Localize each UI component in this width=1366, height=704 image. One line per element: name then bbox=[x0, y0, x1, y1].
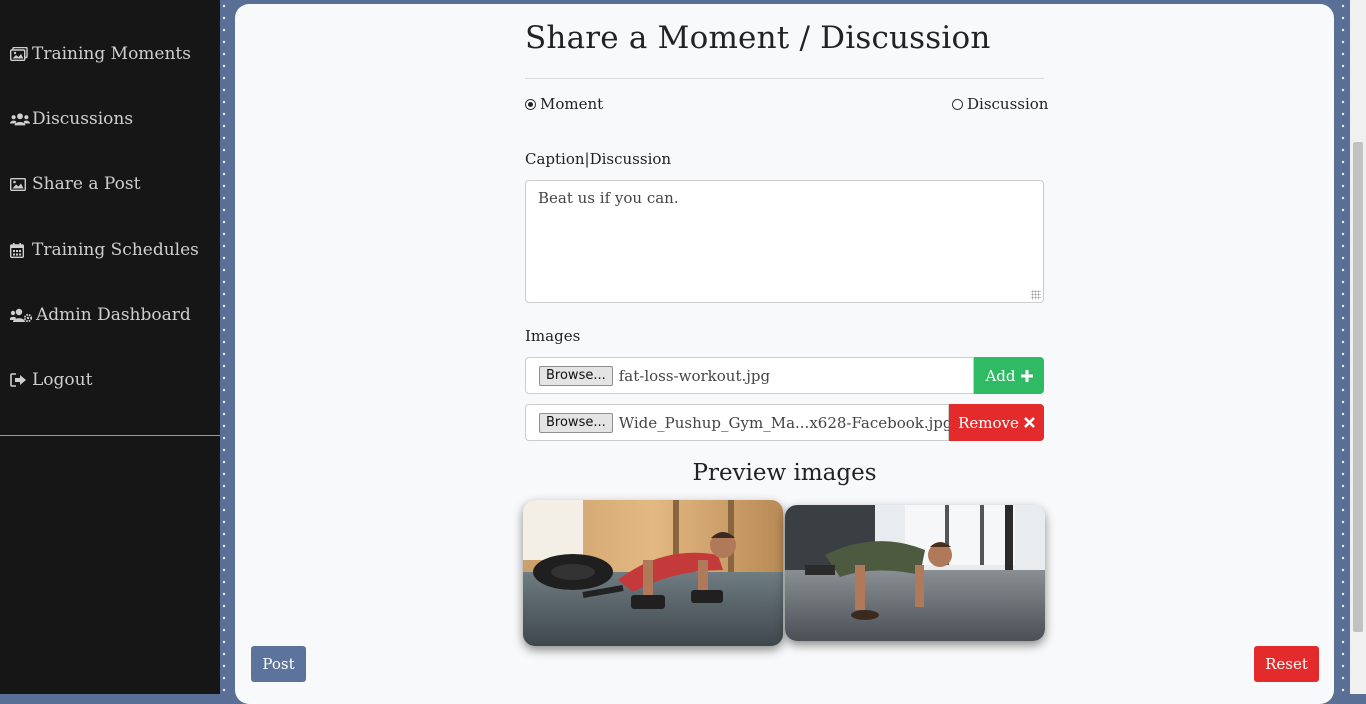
sidebar-item-label: Share a Post bbox=[32, 174, 141, 194]
file-input-2[interactable]: Browse... Wide_Pushup_Gym_Ma...x628-Face… bbox=[525, 404, 952, 441]
users-cog-icon bbox=[10, 308, 34, 322]
preview-title: Preview images bbox=[692, 460, 877, 486]
sign-out-icon bbox=[10, 373, 30, 387]
file-name-2: Wide_Pushup_Gym_Ma...x628-Facebook.jpg bbox=[618, 413, 953, 432]
scrollbar-thumb[interactable] bbox=[1353, 142, 1363, 632]
add-image-button[interactable]: Add bbox=[974, 357, 1044, 394]
add-button-label: Add bbox=[985, 366, 1016, 385]
radio-discussion[interactable]: Discussion bbox=[952, 95, 1048, 113]
caption-label: Caption|Discussion bbox=[525, 150, 672, 168]
dotted-border-left bbox=[222, 0, 226, 694]
remove-image-button[interactable]: Remove bbox=[949, 404, 1044, 441]
title-divider bbox=[525, 78, 1044, 79]
dotted-border-right bbox=[1341, 0, 1345, 694]
sidebar-item-label: Discussions bbox=[32, 109, 134, 129]
sidebar: Training Moments Discussions Share a Pos… bbox=[0, 0, 220, 694]
radio-moment-label: Moment bbox=[540, 95, 604, 113]
file-input-1[interactable]: Browse... fat-loss-workout.jpg bbox=[525, 357, 974, 394]
images-icon bbox=[10, 47, 30, 61]
images-label: Images bbox=[525, 327, 581, 345]
preview-image-1 bbox=[523, 500, 783, 646]
preview-image-2 bbox=[785, 505, 1045, 641]
users-icon bbox=[10, 112, 30, 126]
sidebar-item-logout[interactable]: Logout bbox=[10, 370, 92, 390]
sidebar-item-label: Training Schedules bbox=[32, 240, 199, 260]
caption-textarea[interactable]: Beat us if you can. bbox=[525, 180, 1044, 303]
sidebar-item-label: Training Moments bbox=[32, 44, 191, 64]
page-scrollbar[interactable] bbox=[1350, 0, 1366, 694]
sidebar-divider bbox=[0, 435, 220, 436]
reset-button[interactable]: Reset bbox=[1254, 646, 1319, 682]
remove-button-label: Remove bbox=[958, 413, 1019, 432]
sidebar-item-admin-dashboard[interactable]: Admin Dashboard bbox=[10, 305, 191, 325]
browse-button-1[interactable]: Browse... bbox=[539, 365, 613, 386]
page-title: Share a Moment / Discussion bbox=[525, 20, 991, 56]
times-icon bbox=[1023, 417, 1035, 428]
sidebar-item-label: Logout bbox=[32, 370, 93, 390]
plus-icon bbox=[1020, 369, 1033, 382]
calendar-icon bbox=[10, 242, 30, 258]
radio-discussion-input[interactable] bbox=[952, 98, 963, 110]
sidebar-item-discussions[interactable]: Discussions bbox=[10, 109, 133, 129]
radio-discussion-label: Discussion bbox=[967, 95, 1049, 113]
resize-grip-icon[interactable] bbox=[1031, 290, 1041, 300]
sidebar-item-label: Admin Dashboard bbox=[36, 305, 191, 325]
sidebar-item-training-schedules[interactable]: Training Schedules bbox=[10, 240, 199, 260]
post-button[interactable]: Post bbox=[251, 646, 306, 682]
sidebar-item-share-a-post[interactable]: Share a Post bbox=[10, 174, 140, 194]
browse-button-2[interactable]: Browse... bbox=[539, 412, 613, 433]
image-icon bbox=[10, 177, 30, 191]
sidebar-item-training-moments[interactable]: Training Moments bbox=[10, 44, 191, 64]
radio-moment[interactable]: Moment bbox=[525, 95, 603, 113]
radio-moment-input[interactable] bbox=[525, 98, 536, 110]
file-name-1: fat-loss-workout.jpg bbox=[618, 366, 771, 385]
